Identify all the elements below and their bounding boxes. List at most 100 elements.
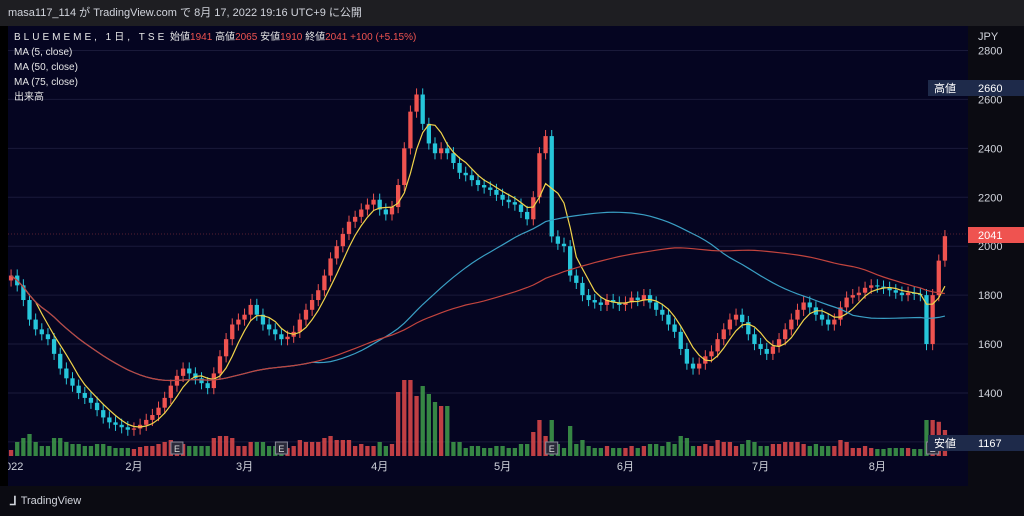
volume-bar <box>690 446 696 456</box>
candle-body <box>420 94 425 124</box>
volume-bar <box>740 444 745 456</box>
volume-bar <box>21 438 26 456</box>
legend-ma5[interactable]: MA (5, close) <box>14 45 416 60</box>
price-axis[interactable]: JPY 120014001600180020002200240026002800… <box>968 26 1024 486</box>
candle-body <box>451 153 456 164</box>
candle-body <box>801 302 806 310</box>
volume-bar <box>875 449 880 456</box>
x-tick-label: 5月 <box>494 461 511 473</box>
candle-body <box>297 319 302 332</box>
volume-bar <box>494 446 499 456</box>
candle-body <box>242 314 247 320</box>
volume-bar <box>451 442 456 456</box>
volume-bar <box>445 406 450 456</box>
x-tick-label: 2月 <box>125 461 142 473</box>
volume-bar <box>205 446 210 456</box>
candle-body <box>733 314 739 320</box>
candle-body <box>721 329 726 340</box>
candle-body <box>905 292 911 296</box>
volume-bar <box>266 446 272 456</box>
volume-bar <box>604 446 610 456</box>
volume-bar <box>469 446 475 456</box>
volume-bar <box>82 446 87 456</box>
legend-high: 2065 <box>235 32 258 43</box>
volume-bar <box>402 380 407 456</box>
earnings-marker: E <box>170 441 184 455</box>
volume-bar <box>789 442 794 456</box>
currency-label: JPY <box>978 31 999 43</box>
volume-bar <box>819 446 825 456</box>
candle-body <box>432 143 438 154</box>
y-tick-label: 2800 <box>978 45 1002 57</box>
candle-body <box>279 334 284 340</box>
candle-body <box>438 148 444 154</box>
volume-bar <box>334 440 339 456</box>
candle-body <box>764 348 769 354</box>
candle-body <box>211 373 216 389</box>
volume-bar <box>408 380 413 456</box>
volume-bar <box>365 446 370 456</box>
candle-body <box>850 295 855 298</box>
volume-bar <box>488 448 493 456</box>
volume-bar <box>899 448 905 456</box>
volume-bar <box>58 438 63 456</box>
volume-bar <box>230 438 235 456</box>
candle-body <box>752 334 757 345</box>
candle-body <box>690 363 696 369</box>
candle-body <box>678 331 683 349</box>
volume-bar <box>316 442 321 456</box>
candle-body <box>942 236 948 261</box>
volume-bar <box>623 448 628 456</box>
y-tick-label: 1600 <box>978 339 1002 351</box>
candle-body <box>223 339 229 357</box>
volume-bar <box>758 446 763 456</box>
volume-bar <box>832 446 837 456</box>
volume-bar <box>715 440 720 456</box>
legend-ma50[interactable]: MA (50, close) <box>14 60 416 75</box>
candle-body <box>697 363 702 369</box>
volume-bar <box>733 446 739 456</box>
volume-bar <box>248 442 253 456</box>
volume-bar <box>420 386 425 456</box>
candle-body <box>561 243 567 247</box>
earnings-marker: E <box>274 441 288 455</box>
chart-legend: BLUEMEME, 1日, TSE 始値1941 高値2065 安値1910 終… <box>14 30 416 105</box>
volume-bar <box>561 448 567 456</box>
candle-body <box>125 427 130 430</box>
candle-body <box>862 287 868 293</box>
candle-body <box>684 348 690 364</box>
candle-body <box>51 339 57 354</box>
volume-bar <box>107 446 112 456</box>
candle-body <box>463 172 468 176</box>
candle-body <box>352 216 358 222</box>
candle-body <box>469 175 475 181</box>
volume-bar <box>236 446 241 456</box>
tradingview-brand[interactable]: ⅃ TradingView <box>10 494 81 508</box>
candle-body <box>543 136 548 154</box>
volume-bar <box>697 446 702 456</box>
legend-change: +100 (+5.15%) <box>350 32 417 43</box>
volume-bar <box>359 444 364 456</box>
volume-bar <box>574 444 579 456</box>
candle-body <box>580 282 585 296</box>
legend-low: 1910 <box>280 32 303 43</box>
volume-bar <box>838 440 843 456</box>
candle-body <box>168 385 173 398</box>
volume-bar <box>199 446 204 456</box>
ma50-line <box>10 211 946 382</box>
volume-bar <box>537 420 542 456</box>
volume-bar <box>678 436 683 456</box>
volume-bar <box>592 448 597 456</box>
volume-bar <box>684 438 690 456</box>
volume-bar <box>193 446 198 456</box>
volume-bar <box>918 449 923 456</box>
volume-bar <box>395 392 401 456</box>
legend-volume[interactable]: 出来高 <box>14 90 416 105</box>
candle-body <box>715 339 720 352</box>
price-axis-svg[interactable]: JPY 120014001600180020002200240026002800… <box>968 26 1024 486</box>
candle-body <box>101 410 106 418</box>
legend-ma75[interactable]: MA (75, close) <box>14 75 416 90</box>
candle-body <box>893 290 898 293</box>
volume-bar <box>322 438 327 456</box>
candle-body <box>635 297 640 301</box>
